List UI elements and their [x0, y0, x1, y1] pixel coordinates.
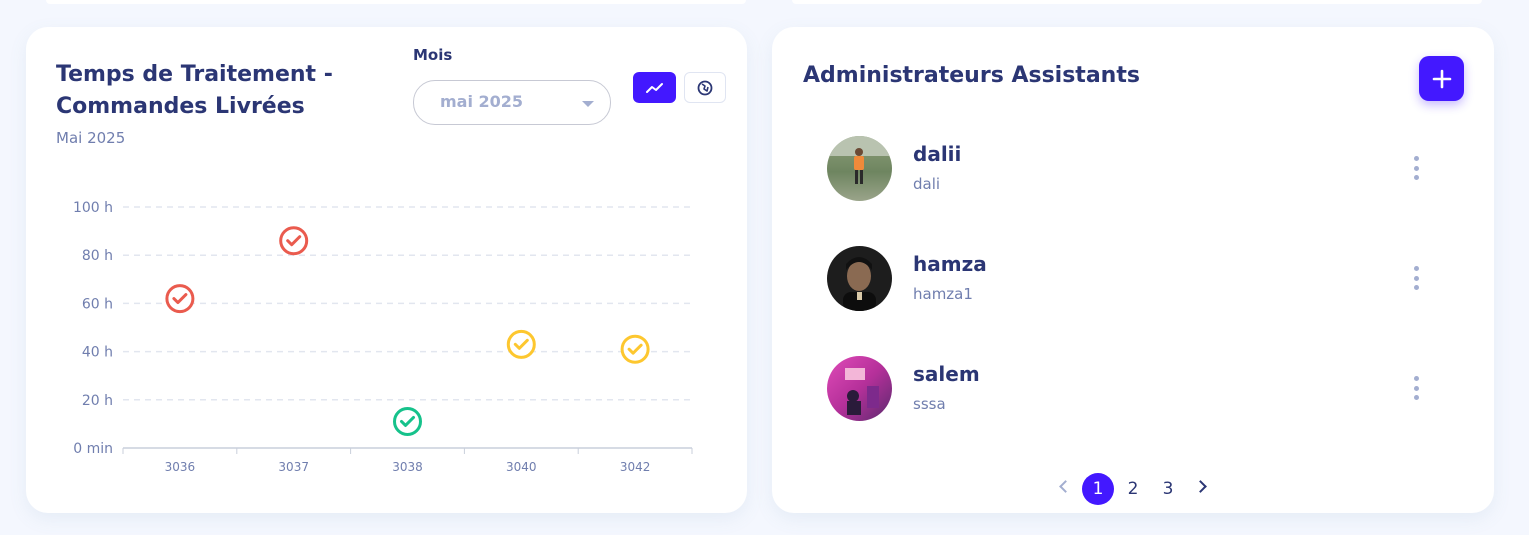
more-options-icon[interactable]	[1411, 376, 1421, 400]
admin-assistants-card: Administrateurs Assistants dalii dali ha…	[772, 27, 1494, 513]
add-admin-button[interactable]	[1419, 56, 1464, 101]
page-button-2[interactable]: 2	[1117, 473, 1149, 505]
x-tick-label: 3037	[278, 460, 309, 474]
admin-name: dalii	[913, 142, 962, 166]
admin-list-item[interactable]: salem sssa	[827, 356, 1447, 422]
admin-username: hamza1	[913, 285, 973, 303]
previous-card-bottom-right	[792, 0, 1482, 4]
page-button-1[interactable]: 1	[1082, 473, 1114, 505]
chevron-left-icon[interactable]	[1059, 480, 1072, 493]
plus-icon	[1432, 69, 1451, 88]
admins-title: Administrateurs Assistants	[803, 63, 1140, 88]
x-tick-label: 3038	[392, 460, 423, 474]
admin-username: sssa	[913, 395, 946, 413]
data-point[interactable]	[279, 226, 309, 256]
admin-name: hamza	[913, 252, 987, 276]
data-point[interactable]	[165, 284, 195, 314]
page-button-3[interactable]: 3	[1152, 473, 1184, 505]
y-tick-label: 20 h	[82, 393, 113, 409]
previous-card-bottom-left	[46, 0, 746, 4]
x-tick-label: 3040	[506, 460, 537, 474]
more-options-icon[interactable]	[1411, 266, 1421, 290]
y-tick-label: 40 h	[82, 345, 113, 361]
processing-time-card: Temps de Traitement - Commandes Livrées …	[26, 27, 747, 513]
more-options-icon[interactable]	[1411, 156, 1421, 180]
avatar	[827, 356, 892, 421]
admin-username: dali	[913, 175, 941, 193]
admin-list-item[interactable]: dalii dali	[827, 136, 1447, 202]
admin-list-item[interactable]: hamza hamza1	[827, 246, 1447, 312]
data-point[interactable]	[506, 329, 536, 359]
data-point[interactable]	[620, 334, 650, 364]
data-point[interactable]	[393, 406, 422, 436]
y-tick-label: 0 min	[73, 441, 113, 457]
x-tick-label: 3042	[620, 460, 651, 474]
chevron-right-icon[interactable]	[1194, 480, 1207, 493]
y-tick-label: 60 h	[82, 296, 113, 312]
scatter-chart: 0 min 20 h 40 h 60 h 80 h 100 h 3036 3037 3038 30…	[73, 200, 693, 474]
x-tick-label: 3036	[165, 460, 196, 474]
avatar	[827, 136, 892, 201]
y-tick-label: 100 h	[73, 200, 113, 216]
admin-name: salem	[913, 362, 980, 386]
avatar	[827, 246, 892, 311]
y-tick-label: 80 h	[82, 248, 113, 264]
